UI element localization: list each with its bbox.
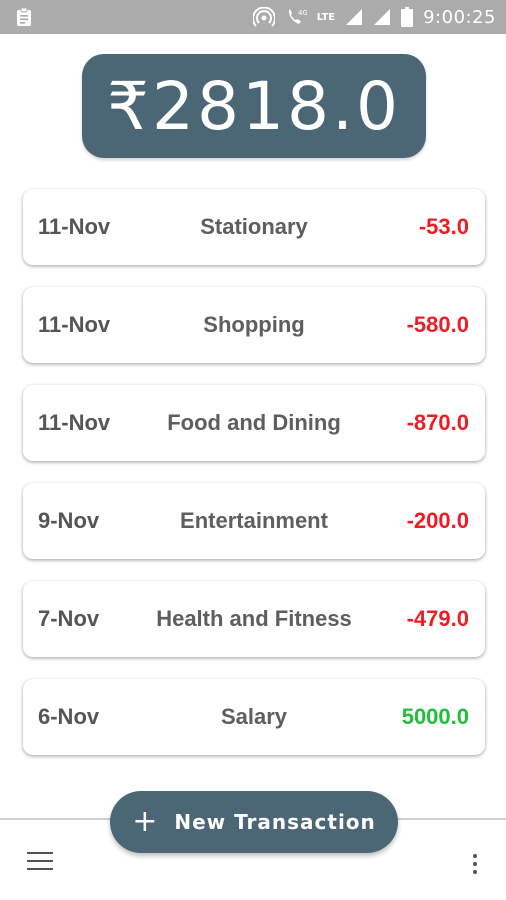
transaction-card[interactable]: Food and Dining 11-Nov -870.0 bbox=[23, 385, 485, 461]
battery-icon bbox=[401, 7, 414, 27]
svg-text:4G: 4G bbox=[298, 9, 307, 17]
transaction-date: 6-Nov bbox=[38, 704, 100, 729]
signal-icon bbox=[345, 8, 363, 26]
wifi-calling-icon: 4G bbox=[285, 7, 307, 27]
transaction-card[interactable]: Entertainment 9-Nov -200.0 bbox=[23, 483, 485, 559]
transaction-amount: 5000.0 bbox=[401, 704, 469, 729]
plus-icon: + bbox=[132, 804, 159, 839]
transaction-date: 9-Nov bbox=[38, 508, 100, 533]
transaction-card[interactable]: Health and Fitness 7-Nov -479.0 bbox=[23, 581, 485, 657]
more-vert-icon[interactable] bbox=[470, 854, 480, 878]
status-bar: 4G LTE 9:00:25 bbox=[0, 0, 506, 34]
transaction-amount: -200.0 bbox=[406, 508, 469, 533]
status-time: 9:00:25 bbox=[423, 6, 496, 28]
menu-icon[interactable] bbox=[27, 852, 53, 872]
new-transaction-label: New Transaction bbox=[174, 810, 376, 834]
transaction-card[interactable]: Stationary 11-Nov -53.0 bbox=[23, 189, 485, 265]
transaction-date: 11-Nov bbox=[38, 214, 111, 239]
transaction-date: 11-Nov bbox=[38, 312, 111, 337]
new-transaction-button[interactable]: + New Transaction bbox=[110, 791, 398, 853]
transaction-amount: -479.0 bbox=[406, 606, 469, 631]
transaction-amount: -53.0 bbox=[418, 214, 469, 239]
hotspot-icon bbox=[252, 7, 275, 27]
transaction-amount: -870.0 bbox=[406, 410, 469, 435]
clipboard-icon bbox=[16, 7, 32, 27]
transaction-date: 7-Nov bbox=[38, 606, 100, 631]
transaction-card[interactable]: Salary 6-Nov 5000.0 bbox=[23, 679, 485, 755]
network-type: LTE bbox=[316, 11, 336, 23]
signal-secondary-icon bbox=[373, 8, 391, 26]
transaction-date: 11-Nov bbox=[38, 410, 111, 435]
transaction-card[interactable]: Shopping 11-Nov -580.0 bbox=[23, 287, 485, 363]
balance-display: ₹2818.0 bbox=[82, 54, 426, 158]
transaction-amount: -580.0 bbox=[406, 312, 469, 337]
